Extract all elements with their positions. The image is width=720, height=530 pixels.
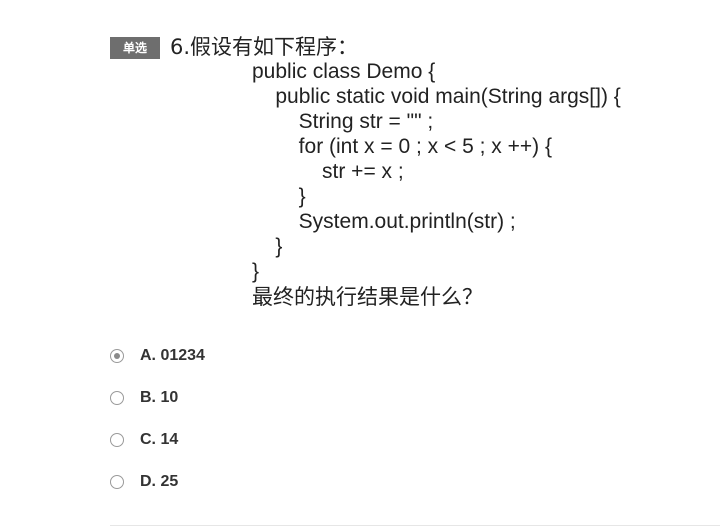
option-c[interactable]: C. 14 xyxy=(110,429,205,451)
code-line-5: str += x ; xyxy=(252,160,404,183)
code-line-9: } xyxy=(252,260,260,283)
question-title: 6.假设有如下程序： xyxy=(170,35,359,59)
code-block: public class Demo { public static void m… xyxy=(252,59,621,284)
radio-icon[interactable] xyxy=(110,391,124,405)
radio-icon[interactable] xyxy=(110,475,124,489)
code-line-1: public class Demo { xyxy=(252,60,436,83)
code-line-3: String str = "" ; xyxy=(252,110,434,133)
code-line-6: } xyxy=(252,185,306,208)
code-line-8: } xyxy=(252,235,283,258)
option-label: B. 10 xyxy=(140,389,179,406)
code-line-7: System.out.println(str) ; xyxy=(252,210,516,233)
question-ending: 最终的执行结果是什么？ xyxy=(252,285,483,309)
option-d[interactable]: D. 25 xyxy=(110,471,205,493)
question-type-badge: 单选 xyxy=(110,37,160,59)
divider xyxy=(110,525,720,526)
radio-icon[interactable] xyxy=(110,433,124,447)
answer-options: A. 01234 B. 10 C. 14 D. 25 xyxy=(110,345,205,513)
option-label: A. 01234 xyxy=(140,347,205,364)
option-label: C. 14 xyxy=(140,431,179,448)
option-label: D. 25 xyxy=(140,473,179,490)
option-b[interactable]: B. 10 xyxy=(110,387,205,409)
code-line-2: public static void main(String args[]) { xyxy=(252,85,621,108)
code-line-4: for (int x = 0 ; x < 5 ; x ++) { xyxy=(252,135,552,158)
radio-selected-icon[interactable] xyxy=(110,349,124,363)
option-a[interactable]: A. 01234 xyxy=(110,345,205,367)
